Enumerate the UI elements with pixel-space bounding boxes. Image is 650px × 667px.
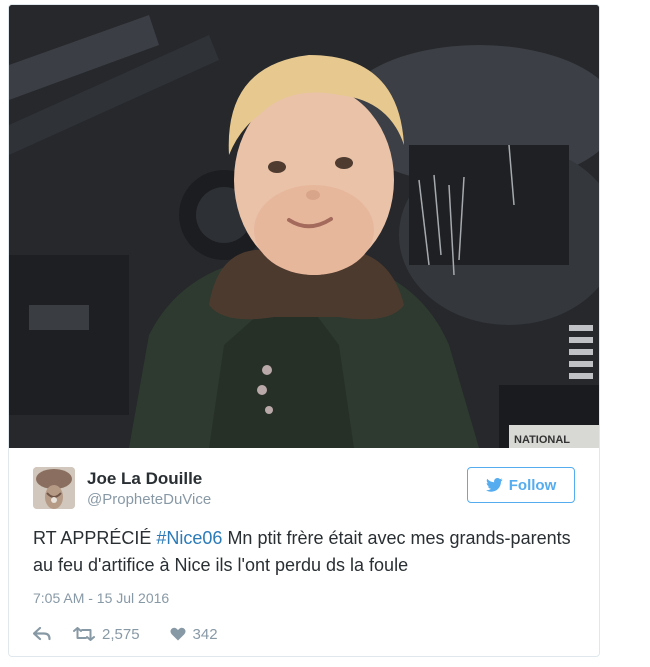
tweet-card: NATIONAL Joe La Douille @PropheteDuVice … (8, 4, 600, 657)
tweet-header: Joe La Douille @PropheteDuVice Follow (33, 465, 575, 513)
bird-icon (485, 478, 503, 492)
photo-illustration: NATIONAL (9, 5, 599, 448)
follow-label: Follow (508, 476, 557, 494)
tweet-photo[interactable]: NATIONAL (9, 5, 599, 448)
follow-button[interactable]: Follow (467, 467, 575, 503)
tweet-text: RT APPRÉCIÉ #Nice06 Mn ptit frère était … (33, 525, 573, 579)
heart-icon (170, 627, 186, 641)
like-count: 342 (192, 625, 218, 643)
tweet-actions: 2,575 342 (33, 623, 218, 645)
tweet-timestamp[interactable]: 7:05 AM - 15 Jul 2016 (33, 590, 169, 606)
author-handle[interactable]: @PropheteDuVice (87, 491, 211, 508)
avatar-image (33, 467, 75, 509)
retweet-count: 2,575 (102, 625, 140, 643)
like-button[interactable]: 342 (170, 626, 218, 643)
retweet-icon (73, 627, 95, 641)
reply-button[interactable] (33, 627, 51, 641)
photo-sign-text: NATIONAL (514, 434, 570, 446)
hashtag-link[interactable]: #Nice06 (156, 528, 222, 548)
retweet-button[interactable]: 2,575 (73, 626, 140, 643)
reply-icon (33, 627, 51, 641)
avatar[interactable] (33, 467, 75, 509)
author-name[interactable]: Joe La Douille (87, 469, 202, 489)
tweet-text-start: RT APPRÉCIÉ (33, 528, 157, 548)
